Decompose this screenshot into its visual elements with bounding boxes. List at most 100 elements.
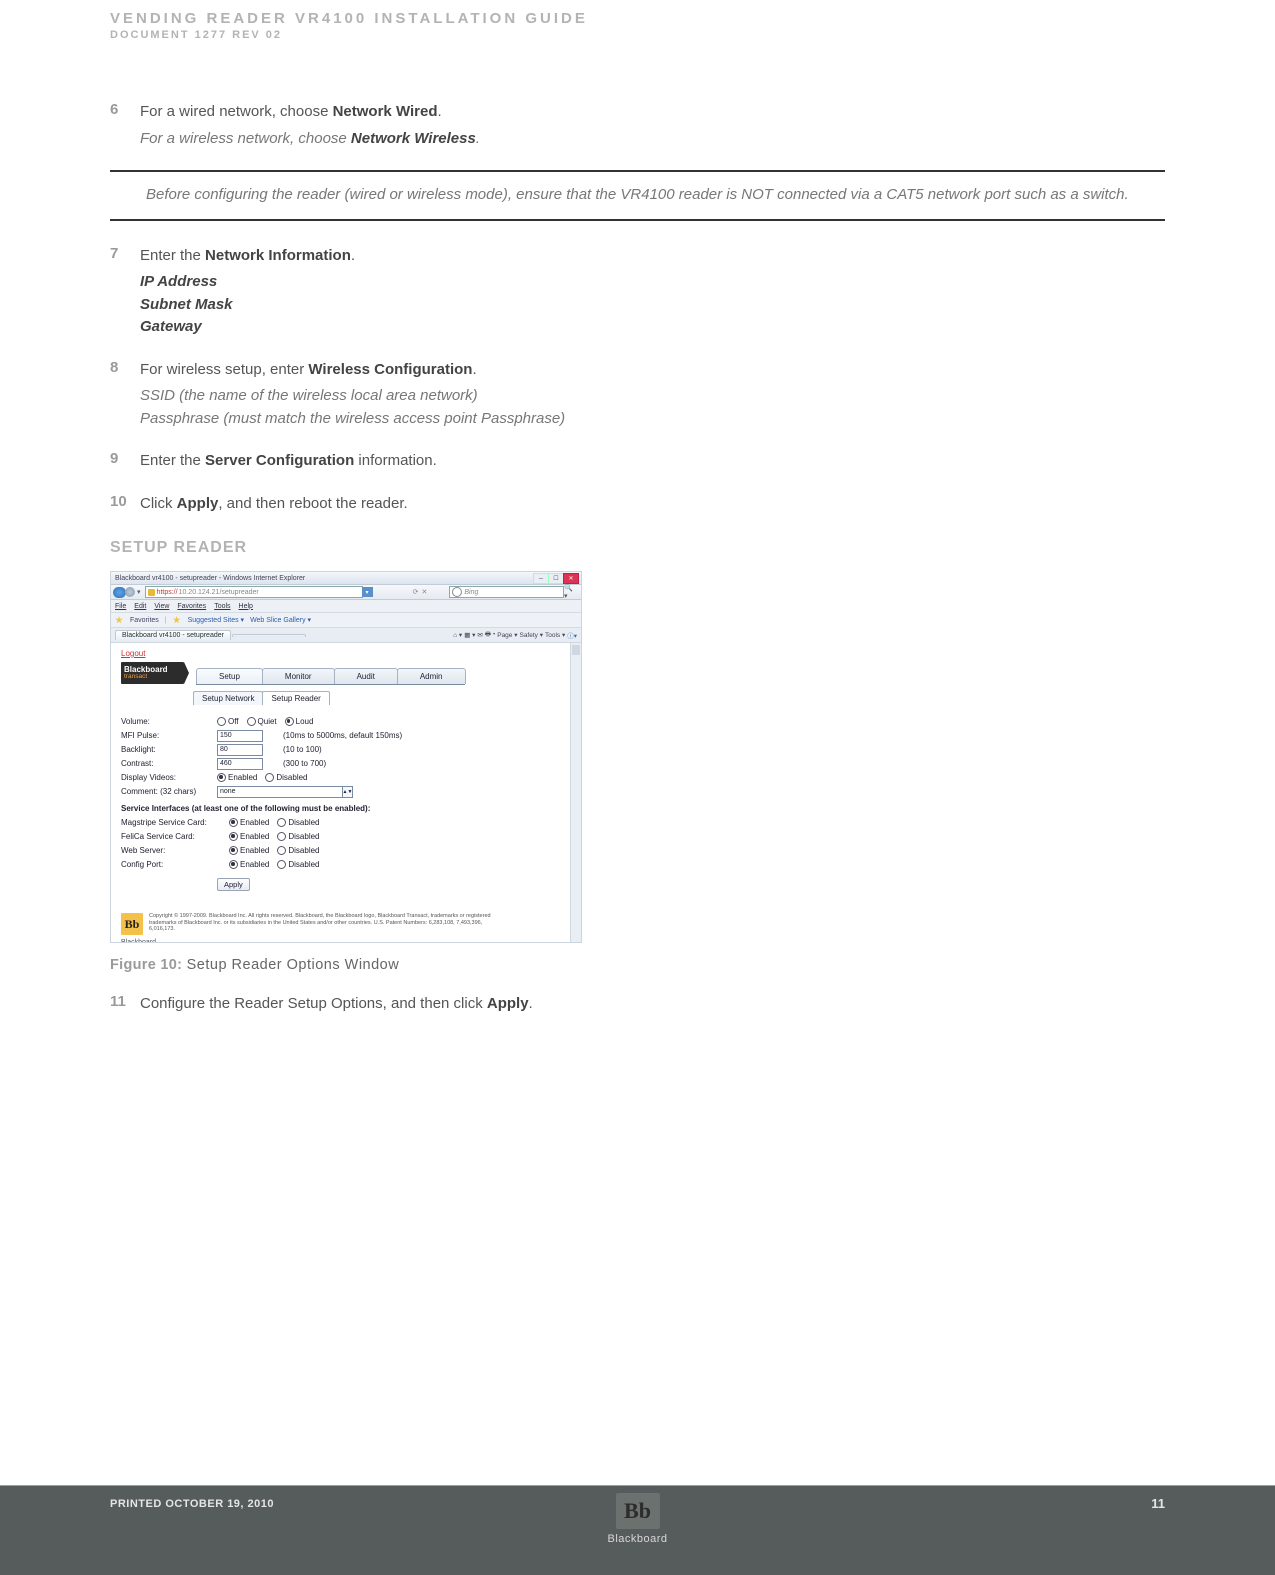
display-videos-enabled-radio[interactable]: Enabled <box>217 773 257 782</box>
web-server-enabled-radio[interactable]: Enabled <box>229 846 269 855</box>
footer-blackboard-logo-icon: Bb <box>615 1493 659 1529</box>
mfi-pulse-label: MFI Pulse: <box>121 731 217 740</box>
header-subtitle: DOCUMENT 1277 REV 02 <box>110 29 1165 41</box>
home-icon[interactable]: ⌂ ▾ <box>453 631 462 639</box>
felica-enabled-radio[interactable]: Enabled <box>229 832 269 841</box>
backlight-input[interactable]: 80 <box>217 744 263 756</box>
print-icon[interactable]: 🖶 ▾ <box>485 630 495 641</box>
display-videos-label: Display Videos: <box>121 773 217 782</box>
footer-blackboard-name: Blackboard <box>607 1533 667 1545</box>
main-tab-audit[interactable]: Audit <box>334 668 398 684</box>
step-8: 8 For wireless setup, enter Wireless Con… <box>110 359 1165 431</box>
blackboard-logo-icon: Bb <box>121 913 143 935</box>
logout-link[interactable]: Logout <box>121 649 145 658</box>
address-dropdown[interactable]: ▾ <box>362 587 373 597</box>
magstripe-enabled-radio[interactable]: Enabled <box>229 818 269 827</box>
help-icon[interactable]: ⓘ▾ <box>567 630 577 640</box>
felica-label: FeliCa Service Card: <box>121 832 229 841</box>
page-number: 11 <box>1151 1496 1165 1511</box>
close-button[interactable]: ✕ <box>563 573 579 584</box>
step-number: 7 <box>110 245 140 339</box>
scrollbar[interactable] <box>570 643 581 943</box>
section-heading-setup-reader: SETUP READER <box>110 539 1165 557</box>
contrast-input[interactable]: 460 <box>217 758 263 770</box>
page-menu[interactable]: Page ▾ <box>497 631 517 639</box>
menu-favorites[interactable]: Favorites <box>177 603 206 610</box>
menu-help[interactable]: Help <box>239 603 253 610</box>
favorites-star-icon[interactable] <box>115 616 123 624</box>
contrast-hint: (300 to 700) <box>283 759 326 768</box>
step-text: For a wired network, choose <box>140 103 333 120</box>
menu-edit[interactable]: Edit <box>134 603 146 610</box>
sub-tab-setup-network[interactable]: Setup Network <box>193 691 263 705</box>
web-server-disabled-radio[interactable]: Disabled <box>277 846 319 855</box>
volume-label: Volume: <box>121 717 217 726</box>
footer-print-date: PRINTED OCTOBER 19, 2010 <box>110 1498 274 1510</box>
suggested-sites-link[interactable]: Suggested Sites ▾ <box>188 616 244 624</box>
felica-disabled-radio[interactable]: Disabled <box>277 832 319 841</box>
step-bold: Network Wired <box>333 103 438 120</box>
config-port-enabled-radio[interactable]: Enabled <box>229 860 269 869</box>
tools-menu[interactable]: Tools ▾ <box>545 631 565 639</box>
search-icon <box>452 587 462 597</box>
comment-stepper[interactable]: ▲▼ <box>342 786 353 798</box>
volume-off-radio[interactable]: Off <box>217 717 239 726</box>
apply-button[interactable]: Apply <box>217 878 250 891</box>
step-number: 10 <box>110 493 140 516</box>
browser-tab[interactable]: Blackboard vr4100 - setupreader <box>115 630 231 640</box>
step-number: 11 <box>110 993 140 1016</box>
search-go-button[interactable]: 🔍 ▾ <box>564 584 577 600</box>
browser-menubar: File Edit View Favorites Tools Help <box>111 600 581 613</box>
config-port-label: Config Port: <box>121 860 229 869</box>
magstripe-label: Magstripe Service Card: <box>121 818 229 827</box>
mfi-pulse-input[interactable]: 150 <box>217 730 263 742</box>
web-slice-gallery-link[interactable]: Web Slice Gallery ▾ <box>250 616 311 624</box>
figure-caption: Figure 10: Setup Reader Options Window <box>110 957 1165 973</box>
new-tab[interactable] <box>232 634 306 637</box>
header-title: VENDING READER VR4100 INSTALLATION GUIDE <box>110 10 1165 27</box>
magstripe-disabled-radio[interactable]: Disabled <box>277 818 319 827</box>
refresh-button[interactable]: ⟳ <box>413 588 419 596</box>
main-tab-admin[interactable]: Admin <box>397 668 466 684</box>
favorite-item-icon <box>173 616 181 624</box>
minimize-button[interactable]: ─ <box>533 573 549 584</box>
page-footer: PRINTED OCTOBER 19, 2010 11 Bb Blackboar… <box>0 1485 1275 1575</box>
menu-tools[interactable]: Tools <box>214 603 230 610</box>
web-server-label: Web Server: <box>121 846 229 855</box>
blackboard-name: Blackboard <box>121 939 571 943</box>
step-7: 7 Enter the Network Information. IP Addr… <box>110 245 1165 339</box>
display-videos-disabled-radio[interactable]: Disabled <box>265 773 307 782</box>
safety-menu[interactable]: Safety ▾ <box>519 631 543 639</box>
volume-quiet-radio[interactable]: Quiet <box>247 717 277 726</box>
main-tab-setup[interactable]: Setup <box>196 668 263 684</box>
back-button[interactable] <box>113 587 126 598</box>
callout-note: Before configuring the reader (wired or … <box>110 170 1165 221</box>
screenshot-setup-reader: Blackboard vr4100 - setupreader - Window… <box>110 571 582 943</box>
stop-button[interactable]: ✕ <box>421 588 427 596</box>
volume-loud-radio[interactable]: Loud <box>285 717 314 726</box>
address-bar[interactable]: https://10.20.124.21/setupreader <box>145 586 363 598</box>
step-6: 6 For a wired network, choose Network Wi… <box>110 101 1165 150</box>
step-11: 11 Configure the Reader Setup Options, a… <box>110 993 1165 1016</box>
config-port-disabled-radio[interactable]: Disabled <box>277 860 319 869</box>
backlight-hint: (10 to 100) <box>283 745 322 754</box>
backlight-label: Backlight: <box>121 745 217 754</box>
comment-label: Comment: (32 chars) <box>121 787 217 796</box>
sub-tab-setup-reader[interactable]: Setup Reader <box>262 691 329 705</box>
step-number: 6 <box>110 101 140 150</box>
search-box[interactable]: Bing <box>449 586 564 598</box>
maximize-button[interactable]: ☐ <box>548 573 564 584</box>
feeds-icon[interactable]: ▦ ▾ <box>464 631 475 639</box>
step-9: 9 Enter the Server Configuration informa… <box>110 450 1165 473</box>
forward-button[interactable] <box>125 587 135 597</box>
read-mail-icon[interactable]: ✉ <box>477 631 482 639</box>
window-title: Blackboard vr4100 - setupreader - Window… <box>111 572 581 585</box>
menu-view[interactable]: View <box>154 603 169 610</box>
step-10: 10 Click Apply, and then reboot the read… <box>110 493 1165 516</box>
favorites-label[interactable]: Favorites <box>130 617 159 624</box>
main-tab-monitor[interactable]: Monitor <box>262 668 335 684</box>
menu-file[interactable]: File <box>115 603 126 610</box>
mfi-pulse-hint: (10ms to 5000ms, default 150ms) <box>283 731 402 740</box>
comment-input[interactable]: none <box>217 786 343 798</box>
step-number: 8 <box>110 359 140 431</box>
